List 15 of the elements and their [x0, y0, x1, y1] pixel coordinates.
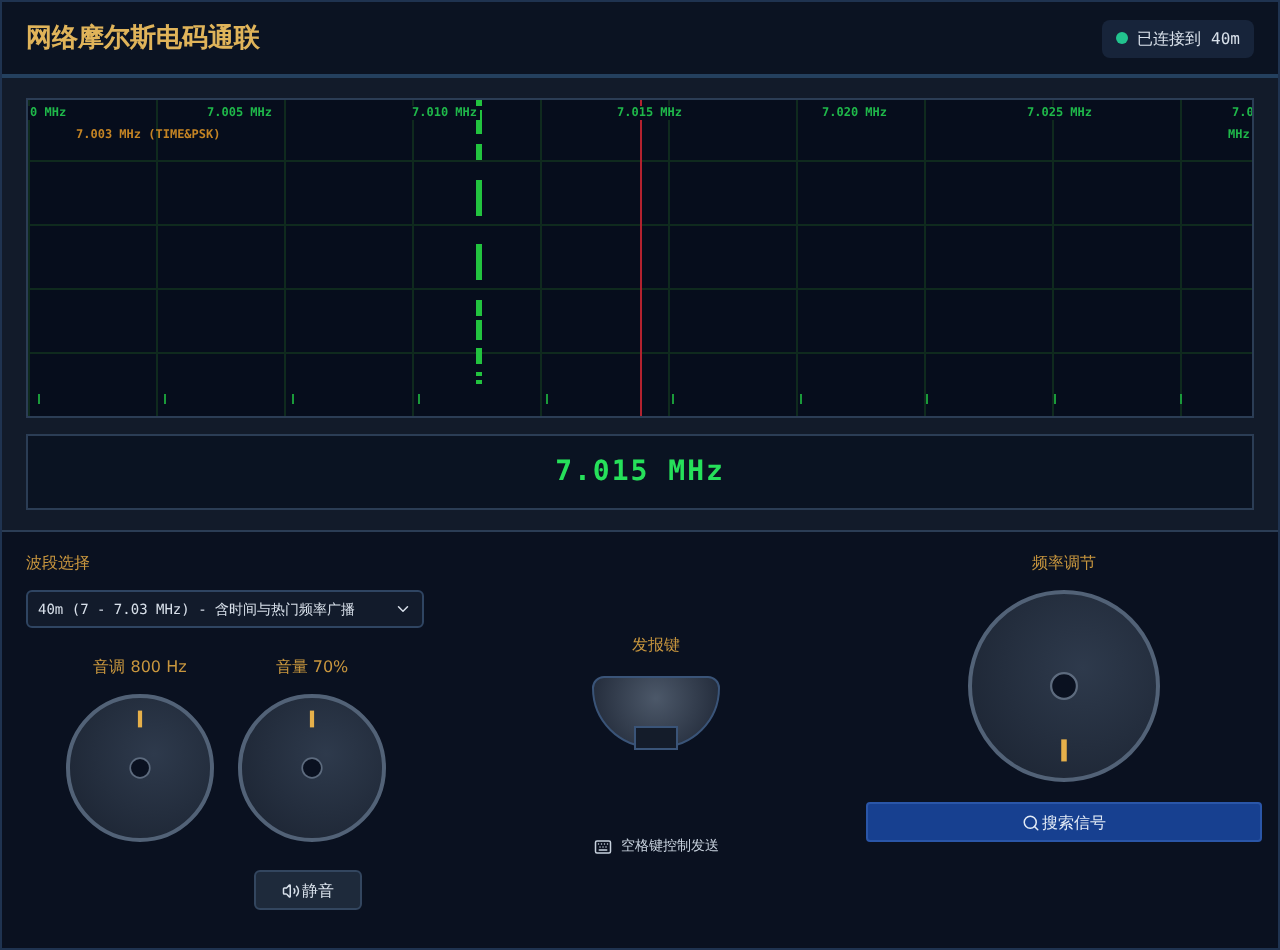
knob-label: 音调 800 Hz: [93, 656, 187, 678]
knob-label: 音量 70%: [275, 656, 349, 678]
search-icon: [1022, 813, 1040, 831]
chevron-icon: [394, 600, 412, 618]
tuning-label: 频率调节: [1032, 552, 1096, 574]
frequency-display: 7.015 MHz: [26, 434, 1254, 510]
search-button[interactable]: 搜索信号: [866, 802, 1262, 842]
telegraph-key[interactable]: [592, 676, 720, 748]
app-title: 网络摩尔斯电码通联: [26, 21, 260, 56]
speaker-icon: [282, 881, 300, 899]
keyboard-icon: [593, 837, 611, 855]
band-label: 波段选择: [26, 552, 90, 574]
mute-button[interactable]: 静音: [254, 870, 362, 910]
connection-status: 已连接到 40m: [1101, 19, 1254, 57]
key-label: 发报键: [632, 634, 680, 656]
